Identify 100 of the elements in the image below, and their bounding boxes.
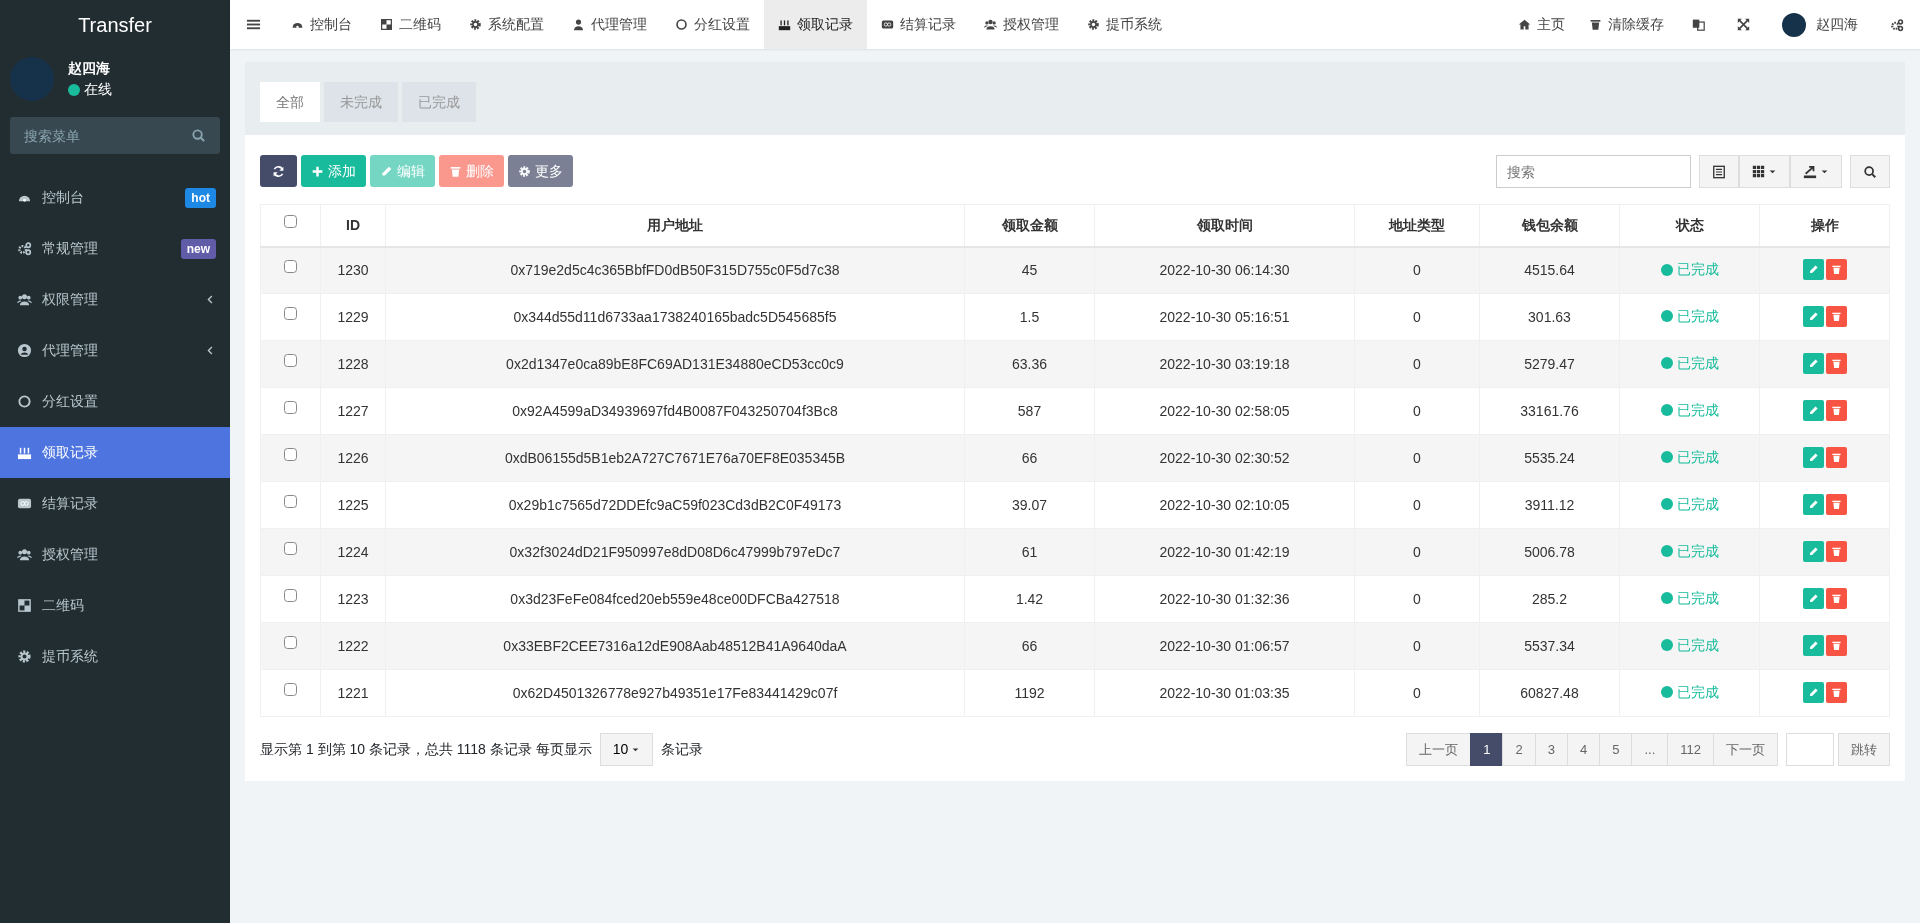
nav-tab[interactable]: 提币系统 — [1073, 0, 1176, 49]
row-checkbox[interactable] — [284, 541, 297, 555]
edit-button[interactable] — [1802, 494, 1824, 515]
column-header: 状态 — [1619, 204, 1760, 247]
menu-search-field[interactable]: 搜索菜单 — [10, 117, 220, 154]
pagination-summary: 显示第 1 到第 10 条记录，总共 1118 条记录 每页显示 — [260, 740, 592, 759]
delete-button[interactable] — [1825, 447, 1847, 468]
column-header: 操作 — [1759, 204, 1890, 247]
time-cell: 2022-10-30 05:16:51 — [1094, 293, 1355, 341]
edit-button[interactable] — [1802, 541, 1824, 562]
page-button[interactable]: 上一页 — [1406, 733, 1472, 766]
nav-tab[interactable]: 二维码 — [366, 0, 455, 49]
page-size-label: 条记录 — [661, 740, 704, 759]
page-button[interactable]: 1 — [1470, 733, 1504, 766]
nav-tab[interactable]: 授权管理 — [970, 0, 1073, 49]
delete-button[interactable] — [1825, 541, 1847, 562]
select-all-checkbox[interactable] — [284, 214, 297, 228]
pencil-icon — [1807, 499, 1819, 510]
amount-cell: 66 — [964, 434, 1095, 482]
page-button[interactable]: 112 — [1667, 733, 1714, 766]
user-menu[interactable]: 赵四海 — [1766, 0, 1874, 49]
delete-button[interactable] — [1825, 682, 1847, 703]
jump-button[interactable]: 跳转 — [1838, 733, 1890, 766]
pencil-icon — [380, 164, 393, 178]
status-text: 已完成 — [1676, 306, 1719, 326]
edit-button[interactable] — [1802, 447, 1824, 468]
sidebar-item[interactable]: 二维码 — [0, 580, 230, 631]
edit-button[interactable] — [1802, 635, 1824, 656]
trash-icon — [449, 164, 462, 178]
delete-button[interactable] — [1825, 635, 1847, 656]
page-button[interactable]: 5 — [1599, 733, 1633, 766]
row-checkbox[interactable] — [284, 682, 297, 696]
row-checkbox[interactable] — [284, 306, 297, 320]
row-checkbox[interactable] — [284, 259, 297, 273]
search-field[interactable]: 搜索 — [1496, 155, 1691, 188]
list-icon — [1712, 164, 1726, 179]
row-checkbox[interactable] — [284, 400, 297, 414]
status-dot — [1660, 404, 1673, 417]
delete-button[interactable] — [1825, 259, 1847, 281]
status-text: 已完成 — [1676, 541, 1719, 561]
list-view-button[interactable] — [1699, 155, 1739, 188]
brand-title: Transfer — [78, 12, 152, 38]
delete-button[interactable] — [1825, 588, 1847, 609]
nav-tab[interactable]: 控制台 — [277, 0, 366, 49]
refresh-button[interactable] — [260, 155, 297, 187]
export-button[interactable] — [1790, 155, 1842, 188]
nav-link[interactable]: 清除缓存 — [1577, 0, 1676, 49]
edit-button[interactable] — [1802, 353, 1824, 374]
sidebar-item[interactable]: 领取记录 — [0, 427, 230, 478]
page-button[interactable]: 4 — [1566, 733, 1601, 766]
edit-button[interactable] — [1802, 588, 1824, 609]
page-button[interactable]: ... — [1631, 733, 1669, 766]
edit-button[interactable] — [1802, 306, 1824, 327]
nav-tab[interactable]: 领取记录 — [764, 0, 867, 49]
row-checkbox[interactable] — [284, 353, 297, 367]
edit-button[interactable] — [1802, 400, 1824, 421]
sidebar-item[interactable]: 授权管理 — [0, 529, 230, 580]
checker-icon — [17, 598, 32, 613]
expand-icon — [1737, 18, 1750, 31]
row-checkbox[interactable] — [284, 635, 297, 649]
edit-button[interactable] — [1802, 682, 1824, 703]
page-button[interactable]: 2 — [1502, 733, 1536, 766]
row-checkbox[interactable] — [284, 447, 297, 461]
nav-tab[interactable]: 结算记录 — [867, 0, 970, 49]
delete-button[interactable] — [1825, 353, 1847, 374]
delete-button[interactable] — [1825, 400, 1847, 421]
sidebar-item[interactable]: 常规管理 new — [0, 223, 230, 274]
caret-icon — [1820, 167, 1829, 176]
sidebar-item[interactable]: 提币系统 — [0, 631, 230, 682]
page-button[interactable]: 3 — [1534, 733, 1568, 766]
gears-icon — [17, 241, 32, 256]
row-checkbox[interactable] — [284, 588, 297, 602]
sidebar-item[interactable]: 代理管理 — [0, 325, 230, 376]
type-cell: 0 — [1354, 575, 1480, 623]
row-checkbox[interactable] — [284, 494, 297, 508]
more-button[interactable]: 更多 — [508, 155, 573, 187]
nav-link[interactable]: 主页 — [1506, 0, 1577, 49]
search-button[interactable] — [1850, 155, 1890, 188]
nav-tab[interactable]: 系统配置 — [455, 0, 558, 49]
trash-icon — [1830, 452, 1842, 463]
columns-button[interactable] — [1739, 155, 1790, 188]
pencil-icon — [1807, 546, 1819, 557]
user-name: 赵四海 — [68, 59, 111, 78]
column-header: 用户地址 — [385, 204, 965, 247]
page-button[interactable]: 下一页 — [1713, 733, 1778, 766]
delete-button[interactable] — [1825, 494, 1847, 515]
sidebar-item[interactable]: 控制台 hot — [0, 172, 230, 223]
nav-tab[interactable]: 代理管理 — [558, 0, 661, 49]
status-dot — [1660, 639, 1673, 652]
amount-cell: 63.36 — [964, 340, 1095, 388]
pencil-icon — [1807, 687, 1819, 698]
filter-tab[interactable]: 全部 — [260, 82, 320, 122]
nav-tab[interactable]: 分红设置 — [661, 0, 764, 49]
delete-button[interactable] — [1825, 306, 1847, 327]
sidebar-item[interactable]: 分红设置 — [0, 376, 230, 427]
sidebar-item[interactable]: 权限管理 — [0, 274, 230, 325]
sidebar-item[interactable]: 结算记录 — [0, 478, 230, 529]
page-size-select[interactable]: 10 — [599, 733, 654, 766]
page-number-field[interactable] — [1786, 733, 1834, 766]
edit-button[interactable] — [1802, 259, 1824, 281]
